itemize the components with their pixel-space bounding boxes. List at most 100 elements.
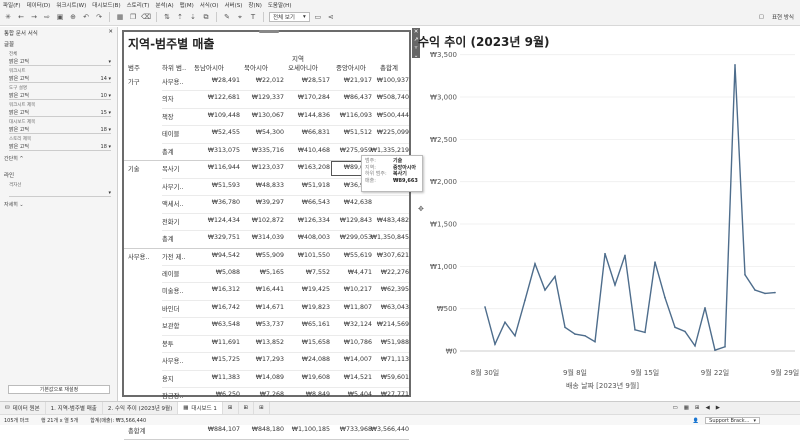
series-line[interactable] — [484, 64, 776, 352]
table-cell: ₩19,425 — [301, 286, 330, 294]
data-point[interactable] — [684, 330, 686, 333]
save-icon[interactable]: ▣ — [55, 12, 65, 22]
comment-icon[interactable]: ▢ — [759, 14, 764, 20]
subcategory-label: 사무용.. — [162, 358, 184, 366]
menu-item[interactable]: 서버(S) — [224, 1, 242, 9]
sheet-tab[interactable]: ⛁ 데이터 원본 — [0, 401, 46, 415]
data-point[interactable] — [654, 261, 656, 263]
new-datasource-icon[interactable]: ⇨ — [42, 12, 52, 22]
user-select[interactable]: Support Brack... ▾ — [705, 417, 760, 424]
data-point[interactable] — [734, 64, 736, 66]
menu-item[interactable]: 스토리(T) — [127, 1, 150, 9]
clear-sheet-icon[interactable]: ⌫ — [141, 12, 151, 22]
data-point[interactable] — [574, 333, 576, 335]
font-field-select[interactable]: 맑은 고딕 18 ▾ — [9, 143, 111, 151]
expand-link[interactable]: 자세히 ⌄ — [0, 197, 117, 208]
line-chart-sheet[interactable]: 수익 추이 (2023년 9월) ₩0 ₩500 ₩1,000 ₩1,500 ₩2,000… — [410, 30, 800, 400]
label-icon[interactable]: T — [248, 12, 258, 22]
fit-select[interactable]: 전체 보기 ▾ — [269, 12, 310, 22]
table-sheet[interactable]: 지역-범주별 매출 지역 범주 하위 범.. 동남아시아 북아시아 오세아니아 중앙아시아… — [122, 30, 411, 440]
sort-asc-icon[interactable]: ⇡ — [175, 12, 185, 22]
data-point[interactable] — [694, 345, 696, 347]
data-point[interactable] — [624, 254, 626, 257]
data-point[interactable] — [544, 289, 546, 291]
data-point[interactable] — [634, 329, 636, 331]
close-icon[interactable]: ✕ — [108, 29, 113, 35]
menu-item[interactable]: 창(N) — [248, 1, 261, 9]
font-field-select[interactable]: 맑은 고딕 ▾ — [9, 58, 111, 66]
table-cell: ₩410,468 — [297, 146, 330, 154]
show-filmstrip-icon[interactable]: ▭ — [673, 405, 678, 411]
redo-icon[interactable]: ↷ — [94, 12, 104, 22]
show-tabs-icon[interactable]: ▦ — [684, 405, 689, 411]
grid-line-select[interactable]: ▾ — [9, 189, 111, 197]
menu-item[interactable]: 워크시트(W) — [56, 1, 86, 9]
menu-item[interactable]: 맵(M) — [180, 1, 194, 9]
data-point[interactable] — [494, 343, 496, 346]
new-story-tab-icon[interactable]: ⊞ — [254, 401, 270, 415]
data-point[interactable] — [764, 292, 766, 295]
undo-icon[interactable]: ↶ — [81, 12, 91, 22]
reset-default-button[interactable]: 기본값으로 재설정 — [8, 385, 110, 394]
sheet-tab[interactable]: 1. 지역-범주별 매출 — [46, 401, 103, 415]
show-me-button[interactable]: 표현 방식 — [772, 13, 794, 21]
menu-item[interactable]: 대시보드(B) — [92, 1, 120, 9]
data-point[interactable] — [744, 274, 746, 276]
highlight-icon[interactable]: ✎ — [222, 12, 232, 22]
presentation-icon[interactable]: ▭ — [313, 12, 323, 22]
add-datasource-icon[interactable]: ⊕ — [68, 12, 78, 22]
data-point[interactable] — [554, 275, 556, 278]
status-sum: 합계(매출): ₩3,566,440 — [90, 417, 147, 424]
data-point[interactable] — [514, 334, 516, 337]
new-worksheet-tab-icon[interactable]: ⊞ — [223, 401, 239, 415]
menu-item[interactable]: 도움말(H) — [268, 1, 292, 9]
data-point[interactable] — [674, 326, 676, 329]
sheet-tab[interactable]: ▦ 대시보드 1 — [178, 401, 223, 415]
sheet-tab[interactable]: 2. 수익 추이 (2023년 9월) — [103, 401, 179, 415]
font-field-select[interactable]: 맑은 고딕 14 ▾ — [9, 75, 111, 83]
menu-item[interactable]: 분석(A) — [155, 1, 173, 9]
font-field-select[interactable]: 맑은 고딕 18 ▾ — [9, 126, 111, 134]
tableau-logo-icon[interactable]: ✳ — [3, 12, 13, 22]
toolbar-divider — [216, 12, 217, 22]
data-point[interactable] — [604, 252, 606, 255]
menu-item[interactable]: 데이터(D) — [27, 1, 51, 9]
fit-select-value: 전체 보기 — [273, 15, 295, 21]
group-icon[interactable]: ⧉ — [201, 12, 211, 22]
data-point[interactable] — [614, 284, 616, 286]
sort-desc-icon[interactable]: ⇣ — [188, 12, 198, 22]
data-point[interactable] — [664, 296, 666, 299]
data-point[interactable] — [564, 326, 566, 329]
data-point[interactable] — [704, 307, 706, 309]
drag-handle[interactable] — [259, 30, 279, 33]
duplicate-icon[interactable]: ❐ — [128, 12, 138, 22]
chevron-down-icon: ▾ — [106, 109, 111, 116]
menu-item[interactable]: 서식(O) — [200, 1, 219, 9]
font-field-select[interactable]: 맑은 고딕 10 ▾ — [9, 92, 111, 100]
data-point[interactable] — [534, 263, 536, 265]
data-point[interactable] — [724, 345, 726, 348]
back-icon[interactable]: ← — [16, 12, 26, 22]
data-point[interactable] — [524, 299, 526, 302]
forward-icon[interactable]: → — [29, 12, 39, 22]
subcategory-label: 액세서.. — [162, 201, 184, 209]
data-point[interactable] — [714, 349, 716, 351]
new-dashboard-tab-icon[interactable]: ⊞ — [239, 401, 255, 415]
data-point[interactable] — [594, 340, 596, 343]
data-point[interactable] — [754, 289, 756, 291]
font-field-select[interactable]: 맑은 고딕 15 ▾ — [9, 109, 111, 117]
data-point[interactable] — [504, 321, 506, 324]
data-point[interactable] — [774, 291, 776, 294]
prev-tab-icon[interactable]: ◀ — [706, 405, 710, 411]
new-worksheet-icon[interactable]: ▦ — [115, 12, 125, 22]
next-tab-icon[interactable]: ▶ — [716, 405, 720, 411]
collapse-link[interactable]: 간단히 ^ — [0, 151, 117, 162]
pin-icon[interactable]: ⌖ — [235, 12, 245, 22]
data-point[interactable] — [584, 334, 586, 337]
swap-axes-icon[interactable]: ⇅ — [162, 12, 172, 22]
show-sheet-sorter-icon[interactable]: ⊞ — [695, 405, 700, 411]
share-icon[interactable]: ⋖ — [326, 12, 336, 22]
menu-item[interactable]: 파일(F) — [3, 1, 21, 9]
data-point[interactable] — [644, 331, 646, 334]
data-point[interactable] — [484, 306, 486, 308]
